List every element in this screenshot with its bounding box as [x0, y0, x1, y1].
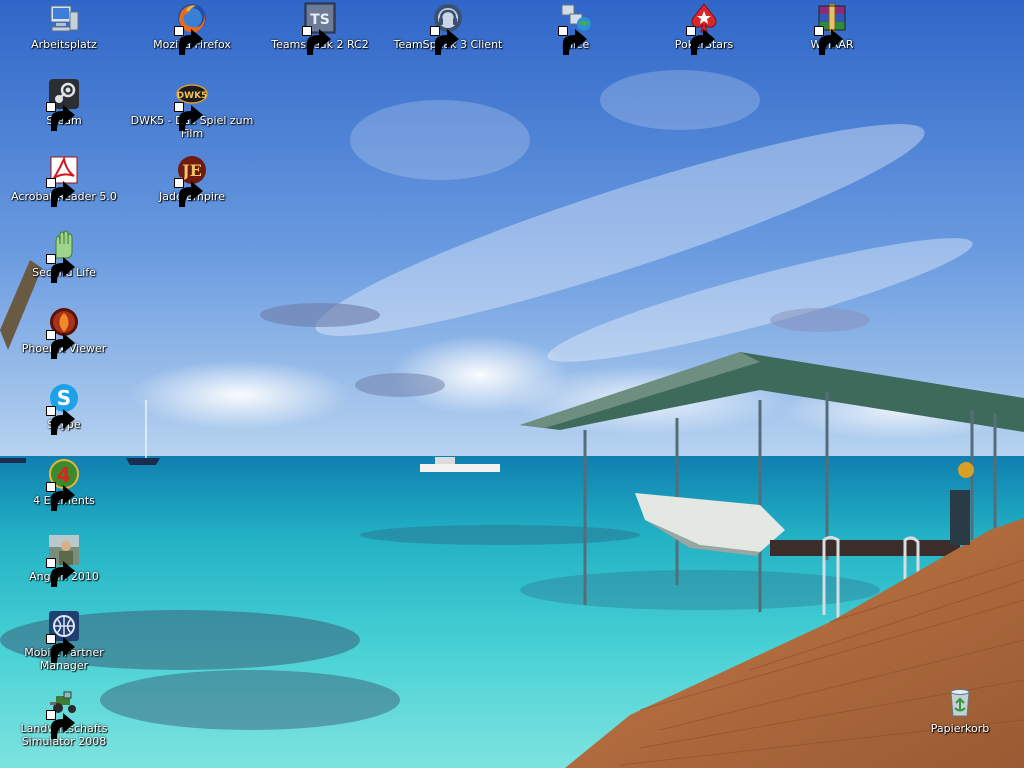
shortcut-arrow-icon: [302, 26, 331, 55]
shortcut-arrow-icon: [46, 482, 75, 511]
shortcut-arrow-icon: [46, 406, 75, 435]
shortcut-arrow-icon: [46, 634, 75, 663]
desktop-icon-teamspeak3[interactable]: TeamSpeak 3 Client: [384, 2, 512, 74]
desktop-icon-dwk5[interactable]: DWK5 DWK5 - Das Spiel zum Film: [128, 78, 256, 150]
desktop-icon-acrobat[interactable]: Acrobat Reader 5.0: [0, 154, 128, 226]
desktop-icon-angeln[interactable]: Angeln 2010: [0, 534, 128, 606]
desktop-icon-phoenix[interactable]: Phoenix Viewer: [0, 306, 128, 378]
shortcut-arrow-icon: [174, 102, 203, 131]
shortcut-arrow-icon: [46, 178, 75, 207]
desktop-icon-winrar[interactable]: WinRAR: [768, 2, 896, 74]
winrar-icon: [814, 2, 848, 55]
recycle-bin-icon: [944, 686, 976, 718]
teamspeak2-icon: TS: [302, 2, 336, 55]
alice-network-icon: [558, 2, 592, 55]
desktop-icon-mobilepartner[interactable]: Mobile Partner Manager: [0, 610, 128, 682]
phoenix-viewer-icon: [46, 306, 80, 359]
desktop-icon-alice[interactable]: Alice: [512, 2, 640, 74]
shortcut-arrow-icon: [46, 102, 75, 131]
steam-icon: [46, 78, 80, 131]
desktop-icon-landwirtschaft[interactable]: Landwirtschafts Simulator 2008: [0, 686, 128, 758]
shortcut-arrow-icon: [558, 26, 587, 55]
pokerstars-icon: [686, 2, 720, 55]
skype-icon: S: [46, 382, 80, 435]
svg-text:DWK5: DWK5: [177, 91, 208, 101]
jade-empire-icon: JE: [174, 154, 208, 207]
desktop-icon-skype[interactable]: S Skype: [0, 382, 128, 454]
desktop-icon-secondlife[interactable]: Second Life: [0, 230, 128, 302]
shortcut-arrow-icon: [46, 330, 75, 359]
shortcut-arrow-icon: [174, 178, 203, 207]
desktop-icon-firefox[interactable]: Mozilla Firefox: [128, 2, 256, 74]
second-life-icon: [46, 230, 80, 283]
teamspeak3-icon: [430, 2, 464, 55]
desktop-icon-4elements[interactable]: 4 4 Elements: [0, 458, 128, 530]
shortcut-arrow-icon: [46, 558, 75, 587]
desktop-icon-steam[interactable]: Steam: [0, 78, 128, 150]
shortcut-arrow-icon: [174, 26, 203, 55]
shortcut-arrow-icon: [430, 26, 459, 55]
desktop[interactable]: Arbeitsplatz Mozilla Firefox TS Teamspea…: [0, 0, 1024, 768]
dwk5-icon: DWK5: [174, 78, 208, 131]
desktop-icon-teamspeak2[interactable]: TS Teamspeak 2 RC2: [256, 2, 384, 74]
desktop-icon-label: Papierkorb: [930, 722, 990, 735]
shortcut-arrow-icon: [686, 26, 715, 55]
angeln-icon: [46, 534, 80, 587]
tractor-icon: [46, 686, 80, 739]
desktop-icon-jadeempire[interactable]: JE Jade Empire: [128, 154, 256, 226]
my-computer-icon: [48, 2, 80, 34]
firefox-icon: [174, 2, 208, 55]
desktop-icon-pokerstars[interactable]: PokerStars: [640, 2, 768, 74]
svg-text:TS: TS: [310, 12, 330, 28]
desktop-icon-arbeitsplatz[interactable]: Arbeitsplatz: [0, 2, 128, 74]
mobile-partner-icon: [46, 610, 80, 663]
desktop-icon-label: Arbeitsplatz: [31, 38, 97, 51]
shortcut-arrow-icon: [46, 254, 75, 283]
acrobat-icon: [46, 154, 80, 207]
desktop-icon-papierkorb[interactable]: Papierkorb: [896, 686, 1024, 758]
shortcut-arrow-icon: [814, 26, 843, 55]
shortcut-arrow-icon: [46, 710, 75, 739]
four-elements-icon: 4: [46, 458, 80, 511]
